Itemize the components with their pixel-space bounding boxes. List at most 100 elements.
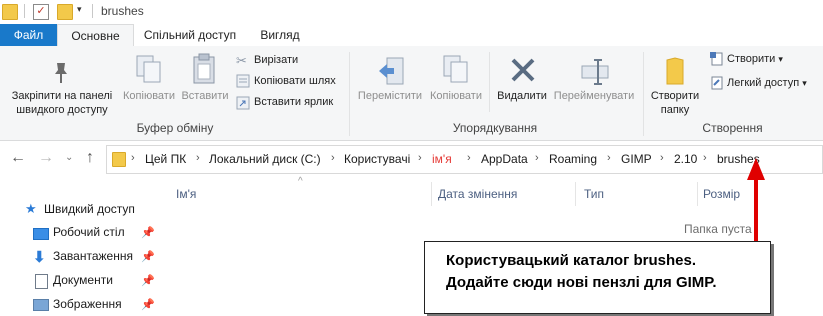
easy-access-label: Легкий доступ [727,77,800,89]
sidebar-item-pictures[interactable]: Зображення [53,294,122,314]
chevron-right-icon: › [196,152,200,164]
create-group-label: Створення [702,121,763,135]
crumb-version[interactable]: 2.10 [674,152,697,166]
new-item-icon [710,52,723,66]
chevron-right-icon: › [418,152,422,164]
new-folder-label-line2: папку [660,104,690,116]
crumb-username[interactable]: ім'я [432,152,452,166]
annotation-callout: Користувацький каталог brushes. Додайте … [424,241,771,314]
properties-icon[interactable]: ✓ [33,4,49,20]
column-date-modified[interactable]: Дата змінення [438,187,517,201]
column-name[interactable]: Ім'я [176,187,196,201]
column-divider[interactable] [575,182,576,206]
chevron-right-icon: › [703,152,707,164]
desktop-icon [33,228,49,240]
cut-button[interactable]: Вирізати [254,51,298,69]
back-icon[interactable]: ← [10,149,26,167]
star-icon: ★ [25,201,37,216]
crumb-appdata[interactable]: AppData [481,152,528,166]
tab-share[interactable]: Спільний доступ [140,24,240,46]
address-bar[interactable]: › Цей ПК › Локальний диск (C:) › Користу… [106,145,823,174]
chevron-right-icon: › [535,152,539,164]
copy-icon [136,55,161,83]
chevron-right-icon: › [331,152,335,164]
pin-icon[interactable]: 📌 [141,274,155,287]
rename-button[interactable]: Перейменувати [550,89,638,103]
paste-shortcut-button[interactable]: Вставити ярлик [254,93,333,111]
paste-icon [193,53,215,84]
column-divider[interactable] [697,182,698,206]
divider [489,52,490,112]
new-item-button[interactable]: Створити ▾ [727,50,783,68]
crumb-this-pc[interactable]: Цей ПК [145,152,186,166]
column-divider[interactable] [431,182,432,206]
easy-access-icon [711,76,723,90]
pictures-icon [33,299,49,311]
paste-shortcut-icon [236,96,250,110]
clipboard-group-label: Буфер обміну [136,121,214,135]
copy-to-button[interactable]: Копіювати [426,89,486,103]
move-to-icon [379,57,404,85]
pin-icon[interactable]: 📌 [141,298,155,311]
sidebar-item-desktop[interactable]: Робочий стіл [53,222,125,242]
organize-group-label: Упорядкування [452,121,538,135]
annotation-arrow [747,158,765,242]
folder-icon [112,152,126,167]
delete-button[interactable]: Видалити [494,89,550,103]
sidebar-item-downloads[interactable]: Завантаження [53,246,133,266]
scissors-icon: ✂ [236,53,247,68]
paste-button[interactable]: Вставити [180,89,230,103]
column-type[interactable]: Тип [584,187,604,201]
new-folder-quick-icon[interactable] [57,4,73,20]
crumb-local-disk[interactable]: Локальний диск (C:) [209,152,321,166]
new-folder-icon [666,57,684,85]
pin-icon[interactable]: 📌 [141,226,155,239]
divider [643,52,644,136]
customize-quick-access-icon[interactable]: ▾ [77,4,82,15]
divider [92,4,93,18]
crumb-roaming[interactable]: Roaming [549,152,597,166]
tab-file[interactable]: Файл [0,24,57,46]
chevron-right-icon: › [660,152,664,164]
forward-icon[interactable]: → [38,149,54,167]
pin-quick-access-button[interactable]: Закріпити на панелі швидкого доступу [4,89,120,117]
callout-line2: Додайте сюди нові пензлі для GIMP. [446,274,717,291]
crumb-gimp[interactable]: GIMP [621,152,652,166]
ribbon-tabs: Файл Основне Спільний доступ Вигляд [0,24,823,48]
new-folder-label-line1: Створити [650,90,700,102]
copy-path-icon [236,74,250,88]
crumb-users[interactable]: Користувачі [344,152,410,166]
rename-icon [581,59,609,85]
folder-icon [2,4,18,20]
chevron-down-icon: ▾ [778,54,783,64]
easy-access-button[interactable]: Легкий доступ ▾ [727,74,807,92]
divider [349,52,350,136]
ribbon: Закріпити на панелі швидкого доступу Коп… [0,46,823,141]
pin-label-line1: Закріпити на панелі [11,90,113,102]
window-title: brushes [101,4,144,18]
recent-locations-icon[interactable]: ⌄ [65,152,73,163]
copy-to-icon [443,55,468,83]
copy-path-button[interactable]: Копіювати шлях [254,72,336,90]
empty-folder-message: Папка пуста [684,222,752,236]
sidebar-item-documents[interactable]: Документи [53,270,113,290]
tab-home[interactable]: Основне [57,24,134,48]
new-folder-button[interactable]: Створити папку [645,89,705,117]
column-size[interactable]: Розмір [703,187,740,201]
chevron-right-icon: › [607,152,611,164]
documents-icon [35,274,48,289]
chevron-down-icon: ▾ [802,78,807,88]
pin-icon[interactable]: 📌 [141,250,155,263]
copy-button[interactable]: Копіювати [120,89,178,103]
move-to-button[interactable]: Перемістити [355,89,425,103]
title-bar: ✓ ▾ brushes [0,0,823,24]
sort-ascending-icon: ^ [298,176,303,187]
sidebar-item-quick-access[interactable]: Швидкий доступ [44,199,135,219]
chevron-right-icon: › [467,152,471,164]
pin-label-line2: швидкого доступу [16,104,108,116]
chevron-right-icon: › [131,152,135,164]
pin-icon [55,63,67,83]
tab-view[interactable]: Вигляд [250,24,310,46]
up-icon[interactable]: ↑ [86,149,94,167]
new-item-label: Створити [727,53,776,65]
